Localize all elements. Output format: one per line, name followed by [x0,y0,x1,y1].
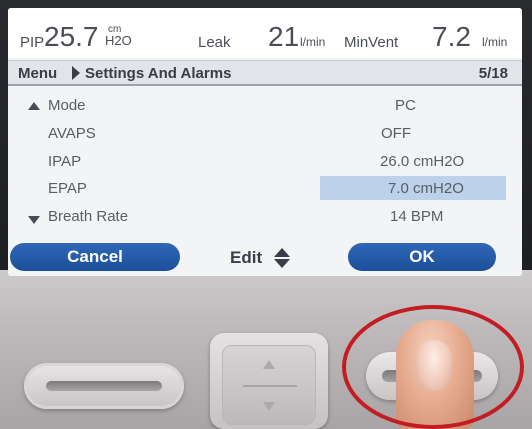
setting-label: Mode [48,97,86,114]
setting-row-breath-rate[interactable]: Breath Rate 14 BPM [8,203,522,230]
ventilator-display: PIP 25.7 cm H2O Leak 21 l/min MinVent 7.… [8,8,522,276]
annotation-circle [342,305,524,429]
edit-label: Edit [230,248,263,267]
setting-row-avaps[interactable]: AVAPS OFF [8,120,522,147]
softkey-bar: Cancel Edit OK [8,240,522,276]
arrow-up-icon [263,360,275,369]
setting-value: 7.0 cmH2O [388,180,464,197]
leak-unit: l/min [300,35,326,49]
minvent-value: 7.2 [432,21,471,52]
button-groove [46,381,162,391]
setting-row-mode[interactable]: Mode PC [8,92,522,119]
setting-label: Breath Rate [48,208,129,225]
page-counter: 5/18 [478,65,508,82]
setting-value: PC [395,97,416,114]
pip-unit-bottom: H2O [105,33,132,48]
triangle-right-icon [72,66,80,80]
setting-value: 14 BPM [390,208,444,225]
divider [243,385,297,387]
setting-label: AVAPS [48,125,96,142]
page-title: Settings And Alarms [85,65,232,82]
leak-value: 21 [268,21,300,52]
cancel-button[interactable]: Cancel [10,243,180,271]
setting-label: EPAP [48,180,87,197]
pip-label: PIP [20,34,45,51]
setting-value: OFF [381,125,411,142]
up-down-arrows-icon [274,248,290,268]
triangle-down-icon [28,216,40,224]
breadcrumb-menu: Menu [18,65,58,82]
setting-row-ipap[interactable]: IPAP 26.0 cmH2O [8,148,522,175]
arrow-down-icon [263,402,275,411]
settings-list: Mode PC AVAPS OFF IPAP 26.0 cmH2O EPAP 7… [8,92,522,230]
minvent-label: MinVent [344,34,399,51]
triangle-up-icon [28,102,40,110]
pip-value: 25.7 [44,21,99,52]
minvent-unit: l/min [482,35,508,49]
setting-row-epap[interactable]: EPAP 7.0 cmH2O [8,175,522,202]
setting-value: 26.0 cmH2O [380,153,465,170]
up-down-hardware-button[interactable] [210,333,328,429]
monitoring-status-bar: PIP 25.7 cm H2O Leak 21 l/min MinVent 7.… [8,8,522,58]
breadcrumb: Menu Settings And Alarms 5/18 [8,60,522,86]
setting-label: IPAP [48,153,82,170]
left-hardware-button[interactable] [24,363,184,409]
ok-button[interactable]: OK [348,243,496,271]
leak-label: Leak [198,34,231,51]
